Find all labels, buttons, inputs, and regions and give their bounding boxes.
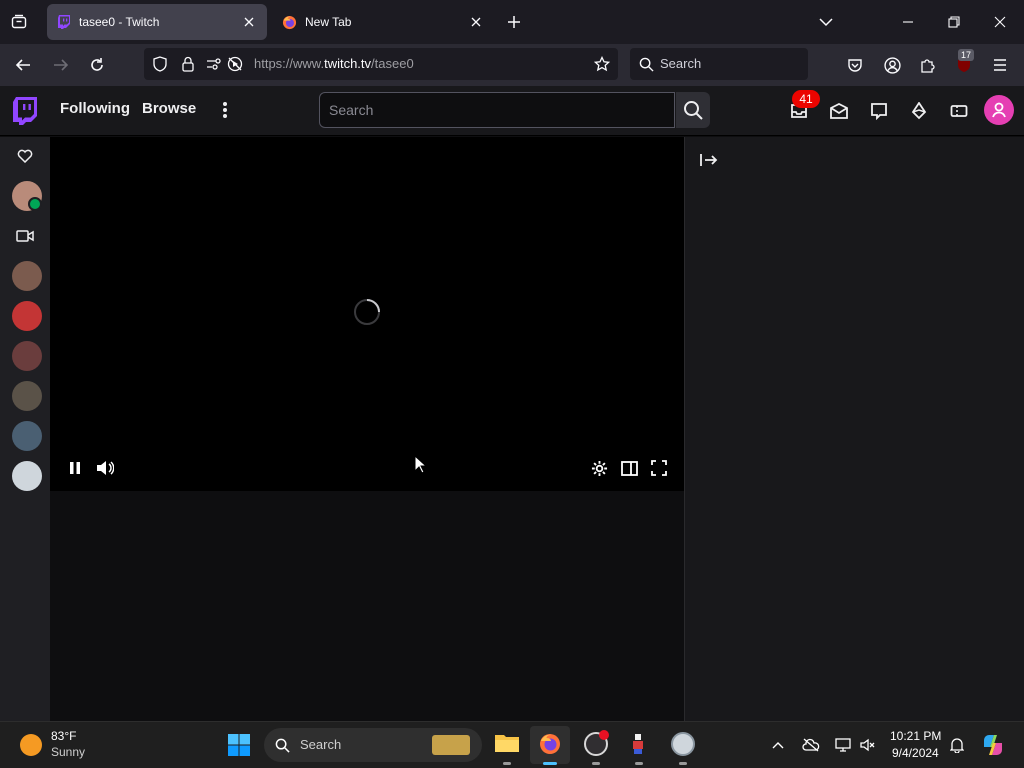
watch-party-badge: [28, 197, 42, 211]
close-tab-icon[interactable]: [468, 14, 484, 30]
channel-info-area: [50, 491, 684, 721]
notification-count-badge: 41: [792, 90, 820, 108]
search-icon: [684, 101, 703, 120]
more-vertical-dots-icon[interactable]: [216, 100, 234, 120]
network-icon[interactable]: [834, 736, 852, 754]
twitch-logo-icon[interactable]: [12, 97, 38, 125]
clock-date[interactable]: 9/4/2024: [892, 746, 939, 760]
notification-bell-icon[interactable]: [948, 736, 966, 754]
forward-arrow-icon[interactable]: [52, 56, 70, 74]
tab-new-tab[interactable]: New Tab: [272, 4, 494, 40]
url-domain: twitch.tv: [324, 56, 372, 71]
loading-spinner: [353, 298, 381, 326]
fullscreen-icon[interactable]: [649, 459, 669, 477]
minimize-window-icon[interactable]: [900, 14, 916, 30]
file-explorer-icon[interactable]: [494, 732, 520, 754]
game-app-icon[interactable]: [628, 733, 648, 755]
pocket-icon[interactable]: [846, 56, 864, 74]
restore-window-icon[interactable]: [946, 14, 962, 30]
list-all-tabs-chevron-icon[interactable]: [818, 14, 834, 30]
collapse-chat-arrow-icon[interactable]: [699, 151, 719, 169]
followed-channel-5[interactable]: [12, 381, 42, 411]
extension-badge: 17: [958, 49, 975, 61]
windows-start-icon[interactable]: [226, 732, 252, 758]
followed-channel-2[interactable]: [12, 261, 42, 291]
close-tab-icon[interactable]: [241, 14, 257, 30]
url-prefix: https://www.: [254, 56, 325, 71]
pause-icon[interactable]: [66, 459, 84, 477]
browser-search-placeholder: Search: [660, 56, 702, 71]
followed-channel-7[interactable]: [12, 461, 42, 491]
show-hidden-icons-chevron-icon[interactable]: [770, 737, 786, 753]
extensions-puzzle-icon[interactable]: [919, 56, 937, 74]
url-text: https://www.twitch.tv/tasee0: [254, 56, 414, 71]
weather-temp: 83°F: [51, 729, 77, 743]
followed-channel-4[interactable]: [12, 341, 42, 371]
left-sidebar: [0, 137, 50, 721]
firefox-taskbar-icon[interactable]: [530, 726, 570, 764]
twitch-favicon-icon: [57, 15, 71, 29]
reload-icon[interactable]: [88, 56, 106, 74]
running-indicator: [592, 762, 600, 765]
copilot-icon[interactable]: [980, 732, 1006, 758]
search-highlight-image-icon: [432, 735, 470, 755]
onedrive-offline-cloud-icon[interactable]: [801, 736, 821, 754]
twitch-top-nav: Following Browse 41: [0, 86, 1024, 136]
active-app-indicator: [543, 762, 557, 765]
tracking-protection-shield-icon[interactable]: [152, 56, 168, 72]
followed-channel-3[interactable]: [12, 301, 42, 331]
followed-channel-6[interactable]: [12, 421, 42, 451]
chat-bubble-icon[interactable]: [869, 101, 889, 121]
volume-muted-icon[interactable]: [859, 736, 877, 754]
chat-panel: [684, 137, 1024, 721]
lock-icon[interactable]: [180, 56, 196, 72]
tab-title: tasee0 - Twitch: [79, 15, 160, 29]
browser-tab-strip: tasee0 - Twitch New Tab: [0, 0, 1024, 44]
running-indicator: [679, 762, 687, 765]
url-path: /tasee0: [371, 56, 414, 71]
app-menu-hamburger-icon[interactable]: [991, 56, 1009, 74]
mouse-cursor-icon: [414, 455, 428, 475]
tab-title: New Tab: [305, 15, 352, 29]
steam-like-app-icon[interactable]: [671, 732, 695, 756]
tab-twitch[interactable]: tasee0 - Twitch: [47, 4, 267, 40]
live-channels-camera-icon[interactable]: [16, 227, 34, 245]
firefox-favicon-icon: [282, 15, 297, 30]
running-indicator: [503, 762, 511, 765]
weather-sun-icon[interactable]: [20, 734, 42, 756]
url-bar[interactable]: https://www.twitch.tv/tasee0: [144, 48, 618, 80]
volume-icon[interactable]: [95, 459, 115, 477]
browser-nav-bar: https://www.twitch.tv/tasee0 Search 17: [0, 44, 1024, 86]
browser-search-box[interactable]: Search: [630, 48, 808, 80]
close-window-icon[interactable]: [992, 14, 1008, 30]
profile-avatar-icon[interactable]: [984, 95, 1014, 125]
theatre-mode-icon[interactable]: [619, 459, 639, 477]
nav-following[interactable]: Following: [60, 100, 130, 117]
bits-crystal-icon[interactable]: [909, 101, 929, 121]
twitch-search-input[interactable]: [319, 92, 675, 128]
search-icon: [638, 56, 654, 72]
video-player[interactable]: [50, 137, 684, 491]
followed-channels-heart-icon[interactable]: [16, 147, 34, 165]
bookmark-star-icon[interactable]: [594, 56, 610, 72]
twitch-search-button[interactable]: [676, 92, 710, 128]
search-icon: [274, 737, 290, 753]
account-icon[interactable]: [883, 56, 901, 74]
weather-desc: Sunny: [51, 745, 86, 759]
clock-time[interactable]: 10:21 PM: [890, 729, 941, 743]
tab-overview-icon[interactable]: [10, 13, 28, 31]
obs-notification-dot: [599, 730, 609, 740]
taskbar-search-box[interactable]: Search: [264, 728, 482, 762]
taskbar-search-placeholder: Search: [300, 737, 342, 752]
running-indicator: [635, 762, 643, 765]
settings-gear-icon[interactable]: [589, 459, 609, 477]
prime-loot-ticket-icon[interactable]: [949, 101, 969, 121]
back-arrow-icon[interactable]: [14, 56, 32, 74]
whispers-mail-icon[interactable]: [829, 101, 849, 121]
nav-browse[interactable]: Browse: [142, 100, 196, 117]
windows-taskbar: 83°F Sunny Search 10:21 PM 9/4/2024: [0, 721, 1024, 768]
permissions-icon[interactable]: [206, 56, 222, 72]
autoplay-blocked-icon[interactable]: [227, 56, 243, 72]
new-tab-plus-icon[interactable]: [506, 14, 522, 30]
